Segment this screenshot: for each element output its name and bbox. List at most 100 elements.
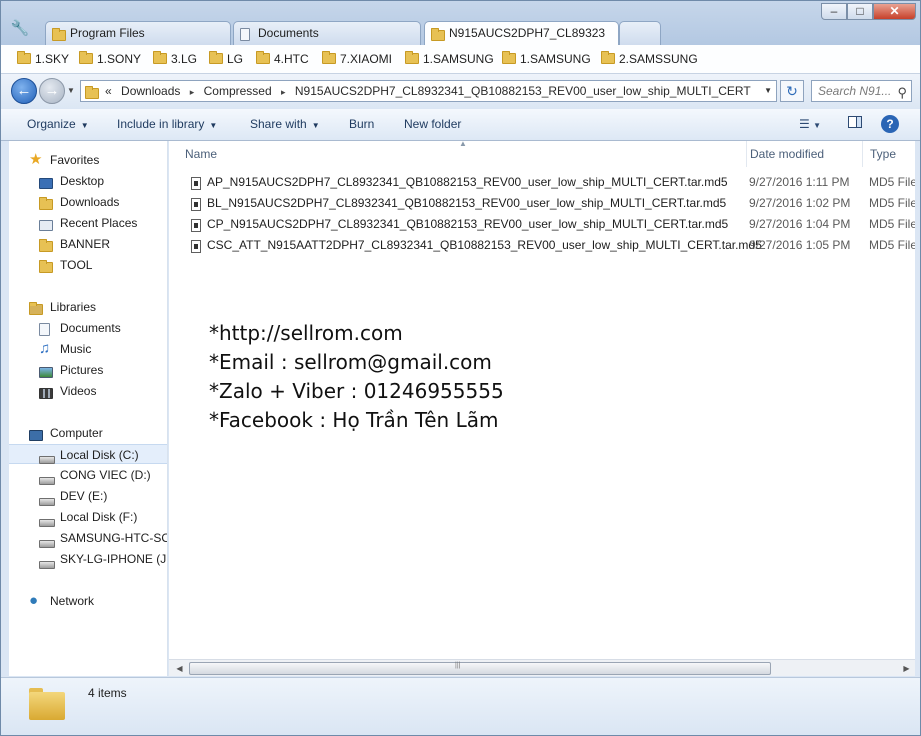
file-name: CSC_ATT_N915AATT2DPH7_CL8932341_QB108821… (207, 238, 762, 252)
nav-item-drive-f[interactable]: Local Disk (F:) (9, 507, 167, 527)
folder-icon (17, 51, 31, 68)
fav-item[interactable]: 2.SAMSSUNG (601, 51, 698, 67)
file-row[interactable]: CSC_ATT_N915AATT2DPH7_CL8932341_QB108821… (169, 235, 915, 256)
window-controls: – □ ✕ (821, 3, 916, 21)
folder-icon (85, 85, 99, 101)
fav-item[interactable]: 4.HTC (256, 51, 309, 67)
nav-item-documents[interactable]: Documents (9, 318, 167, 338)
nav-item-tool[interactable]: TOOL (9, 255, 167, 275)
scrollbar-grip-icon: ||| (455, 662, 461, 669)
nav-item-drive-e[interactable]: DEV (E:) (9, 486, 167, 506)
details-pane: 4 items (1, 677, 920, 735)
sort-ascending-icon: ▲ (459, 141, 467, 148)
breadcrumb-separator-icon[interactable]: ▸ (281, 87, 286, 97)
breadcrumb-item[interactable]: Compressed (204, 84, 272, 98)
folder-icon (256, 51, 270, 68)
preview-pane-button[interactable] (846, 115, 864, 133)
wrench-icon[interactable]: 🔧 (9, 18, 31, 40)
explorer-window: 🔧 Program Files Documents N915AUCS2DPH7_… (0, 0, 921, 736)
tab-label: N915AUCS2DPH7_CL89323 (449, 26, 606, 40)
new-folder-button[interactable]: New folder (404, 117, 461, 131)
fav-item[interactable]: 1.SKY (17, 51, 69, 67)
refresh-button[interactable]: ↻ (780, 80, 804, 102)
nav-item-desktop[interactable]: Desktop (9, 171, 167, 191)
item-count: 4 items (88, 686, 127, 700)
nav-computer-header[interactable]: Computer (9, 423, 167, 443)
file-name: CP_N915AUCS2DPH7_CL8932341_QB10882153_RE… (207, 217, 729, 231)
back-button[interactable]: ← (11, 78, 37, 104)
burn-button[interactable]: Burn (349, 117, 374, 131)
nav-favorites-header[interactable]: ★ Favorites (9, 150, 167, 170)
tab-strip: 🔧 Program Files Documents N915AUCS2DPH7_… (1, 1, 920, 46)
nav-item-videos[interactable]: Videos (9, 381, 167, 401)
help-icon[interactable]: ? (881, 115, 899, 133)
file-row[interactable]: BL_N915AUCS2DPH7_CL8932341_QB10882153_RE… (169, 193, 915, 214)
folder-icon (79, 51, 93, 68)
organize-button[interactable]: Organize ▼ (27, 117, 89, 131)
recent-pages-dropdown-icon[interactable]: ▼ (67, 86, 75, 95)
network-icon: ● (29, 592, 39, 609)
column-header-type[interactable]: Type (864, 141, 915, 167)
search-input[interactable]: Search N91... ⚲ (811, 80, 912, 102)
nav-item-drive-samsung-htc[interactable]: SAMSUNG-HTC-SO (9, 528, 167, 548)
file-date: 9/27/2016 1:05 PM (749, 238, 851, 252)
fav-item[interactable]: LG (209, 51, 243, 67)
column-header-date-modified[interactable]: Date modified (744, 141, 863, 167)
close-button[interactable]: ✕ (873, 3, 916, 20)
fav-item[interactable]: 1.SAMSUNG (405, 51, 494, 67)
include-in-library-button[interactable]: Include in library ▼ (117, 117, 217, 131)
forward-button[interactable]: → (39, 78, 65, 104)
tab-current-folder[interactable]: N915AUCS2DPH7_CL89323 (424, 21, 619, 46)
scroll-right-icon[interactable]: ▶ (900, 662, 913, 675)
file-row[interactable]: AP_N915AUCS2DPH7_CL8932341_QB10882153_RE… (169, 172, 915, 193)
minimize-button[interactable]: – (821, 3, 847, 20)
file-date: 9/27/2016 1:04 PM (749, 217, 851, 231)
nav-item-banner[interactable]: BANNER (9, 234, 167, 254)
nav-item-drive-j[interactable]: SKY-LG-IPHONE (J:) (9, 549, 167, 569)
share-with-button[interactable]: Share with ▼ (250, 117, 320, 131)
tab-documents[interactable]: Documents (233, 21, 421, 45)
dropdown-arrow-icon: ▼ (80, 121, 89, 130)
fav-item[interactable]: 1.SONY (79, 51, 141, 67)
folder-icon (39, 259, 53, 279)
scroll-left-icon[interactable]: ◀ (173, 662, 186, 675)
folder-icon (322, 51, 336, 68)
tab-label: Program Files (70, 26, 145, 40)
nav-item-drive-d[interactable]: CONG VIEC (D:) (9, 465, 167, 485)
file-type: MD5 File (869, 175, 915, 189)
tab-program-files[interactable]: Program Files (45, 21, 231, 45)
nav-item-drive-c[interactable]: Local Disk (C:) (9, 444, 167, 464)
nav-item-pictures[interactable]: Pictures (9, 360, 167, 380)
folder-icon (502, 51, 516, 68)
file-row[interactable]: CP_N915AUCS2DPH7_CL8932341_QB10882153_RE… (169, 214, 915, 235)
address-bar[interactable]: « Downloads ▸ Compressed ▸ N915AUCS2DPH7… (80, 80, 777, 102)
nav-libraries-header[interactable]: Libraries (9, 297, 167, 317)
star-icon: ★ (29, 151, 43, 168)
folder-icon (601, 51, 615, 68)
maximize-button[interactable]: □ (847, 3, 873, 20)
music-icon: ♫ (39, 340, 51, 357)
fav-item[interactable]: 1.SAMSUNG (502, 51, 591, 67)
nav-network-header[interactable]: ● Network (9, 591, 167, 611)
fav-item[interactable]: 7.XIAOMI (322, 51, 392, 67)
favorites-bar: 1.SKY 1.SONY 3.LG LG 4.HTC 7.XIAOMI 1.SA… (1, 45, 920, 74)
address-dropdown-icon[interactable]: ▼ (764, 81, 772, 101)
breadcrumb-item[interactable]: N915AUCS2DPH7_CL8932341_QB10882153_REV00… (295, 84, 751, 98)
folder-icon (431, 26, 445, 46)
breadcrumb-overflow[interactable]: « (105, 84, 112, 98)
horizontal-scrollbar[interactable]: ◀ ||| ▶ (169, 659, 915, 676)
breadcrumb-separator-icon[interactable]: ▸ (190, 87, 195, 97)
folder-icon (29, 686, 65, 720)
new-tab-button[interactable] (619, 21, 661, 45)
change-view-button[interactable]: ☰ ▼ (791, 115, 829, 133)
nav-item-recent-places[interactable]: Recent Places (9, 213, 167, 233)
nav-item-downloads[interactable]: Downloads (9, 192, 167, 212)
breadcrumb-item[interactable]: Downloads (121, 84, 180, 98)
fav-item[interactable]: 3.LG (153, 51, 197, 67)
file-type: MD5 File (869, 196, 915, 210)
document-icon (240, 26, 250, 45)
file-date: 9/27/2016 1:11 PM (749, 175, 850, 189)
folder-icon (405, 51, 419, 68)
scrollbar-thumb[interactable] (189, 662, 771, 675)
nav-item-music[interactable]: ♫ Music (9, 339, 167, 359)
